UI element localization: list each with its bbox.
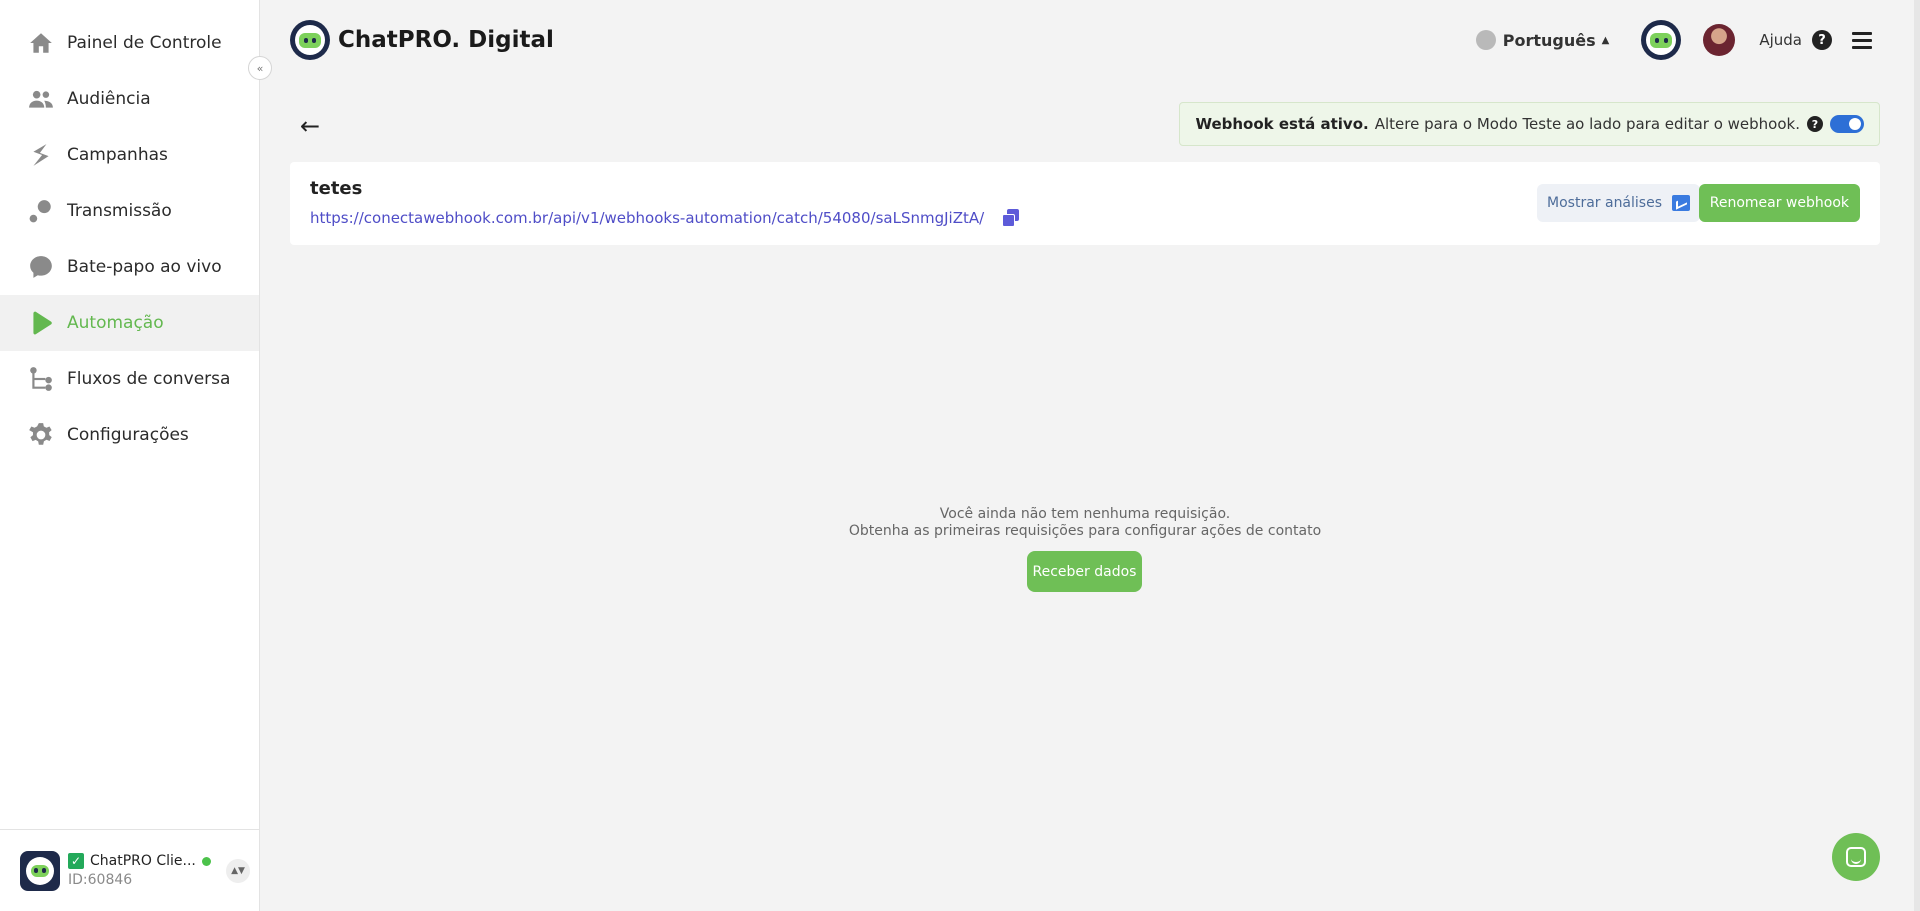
help-link[interactable]: Ajuda ? <box>1759 30 1832 50</box>
sidebar-item-label: Transmissão <box>67 201 172 221</box>
notice-text: Altere para o Modo Teste ao lado para ed… <box>1374 115 1800 133</box>
webhook-status-notice: Webhook está ativo. Altere para o Modo T… <box>1179 102 1880 146</box>
account-logo <box>20 850 60 891</box>
sidebar-item-fluxos[interactable]: Fluxos de conversa <box>0 351 259 407</box>
account-info: ✓ ChatPRO Clie... ID:60846 <box>68 853 218 888</box>
webhook-url-row: https://conectawebhook.com.br/api/v1/web… <box>310 209 1020 227</box>
sidebar-item-painel[interactable]: Painel de Controle <box>0 15 259 71</box>
account-switcher[interactable]: ✓ ChatPRO Clie... ID:60846 ▲▼ <box>0 829 260 911</box>
bot-avatar-icon[interactable] <box>1641 20 1682 60</box>
sidebar-item-label: Fluxos de conversa <box>67 369 231 389</box>
sidebar-item-label: Painel de Controle <box>67 33 222 53</box>
analytics-chart-icon <box>1672 195 1690 211</box>
play-icon <box>27 309 55 337</box>
brand-title: ChatPRO. Digital <box>338 27 554 53</box>
sidebar-item-label: Configurações <box>67 425 189 445</box>
sidebar-item-label: Bate-papo ao vivo <box>67 257 222 277</box>
home-icon <box>27 29 55 57</box>
back-arrow-icon[interactable]: ← <box>300 112 320 140</box>
user-avatar[interactable] <box>1703 24 1736 56</box>
sidebar-item-configuracoes[interactable]: Configurações <box>0 407 259 463</box>
sidebar-item-automacao[interactable]: Automação <box>0 295 259 351</box>
gear-icon <box>27 421 55 449</box>
caret-up-icon: ▲ <box>1601 34 1610 46</box>
top-header: ChatPRO. Digital Português ▲ Ajuda ? <box>261 0 1920 80</box>
brand-logo-icon <box>290 20 330 60</box>
flow-icon <box>27 365 55 393</box>
copy-icon[interactable] <box>1002 209 1020 227</box>
show-analytics-button[interactable]: Mostrar análises <box>1537 184 1700 222</box>
language-selector[interactable]: Português ▲ <box>1475 30 1610 50</box>
globe-icon <box>1475 30 1496 50</box>
chat-icon <box>1846 847 1866 867</box>
show-analytics-label: Mostrar análises <box>1547 195 1662 211</box>
test-mode-toggle[interactable] <box>1830 115 1864 133</box>
people-icon <box>27 85 55 113</box>
sidebar: Painel de Controle Audiência Campanhas T… <box>0 0 260 911</box>
chat-launcher-button[interactable] <box>1832 833 1880 881</box>
header-actions: Português ▲ Ajuda ? <box>1475 20 1872 60</box>
broadcast-icon <box>27 197 55 225</box>
account-switch-icon[interactable]: ▲▼ <box>226 858 250 883</box>
notice-help-icon[interactable]: ? <box>1807 116 1823 132</box>
help-icon: ? <box>1812 30 1832 50</box>
webhook-card: tetes https://conectawebhook.com.br/api/… <box>290 162 1880 245</box>
rename-webhook-button[interactable]: Renomear webhook <box>1698 184 1860 222</box>
sidebar-item-label: Campanhas <box>67 145 168 165</box>
verified-check-icon: ✓ <box>68 853 84 869</box>
sidebar-item-transmissao[interactable]: Transmissão <box>0 183 259 239</box>
help-label: Ajuda <box>1759 31 1802 49</box>
receive-data-button[interactable]: Receber dados <box>1027 551 1142 592</box>
webhook-name: tetes <box>310 178 363 199</box>
online-status-dot <box>201 856 211 866</box>
language-label: Português <box>1502 30 1596 50</box>
empty-state: Você ainda não tem nenhuma requisição. O… <box>290 506 1880 540</box>
collapse-sidebar-button[interactable]: « <box>248 56 272 80</box>
sidebar-item-label: Automação <box>67 313 164 333</box>
empty-state-line-1: Você ainda não tem nenhuma requisição. <box>939 506 1231 522</box>
chat-bubble-icon <box>27 253 55 281</box>
empty-state-line-2: Obtenha as primeiras requisições para co… <box>848 523 1322 539</box>
sidebar-item-audiencia[interactable]: Audiência <box>0 71 259 127</box>
account-name: ChatPRO Clie... <box>90 853 196 869</box>
sidebar-item-campanhas[interactable]: Campanhas <box>0 127 259 183</box>
campaign-icon <box>27 141 55 169</box>
sidebar-item-label: Audiência <box>67 89 151 109</box>
hamburger-menu-icon[interactable] <box>1852 28 1872 53</box>
scrollbar[interactable] <box>1914 0 1920 911</box>
account-id: ID:60846 <box>68 872 133 888</box>
brand[interactable]: ChatPRO. Digital <box>290 20 554 60</box>
sidebar-nav: Painel de Controle Audiência Campanhas T… <box>0 0 259 463</box>
notice-status: Webhook está ativo. <box>1195 115 1369 133</box>
sidebar-item-bate-papo[interactable]: Bate-papo ao vivo <box>0 239 259 295</box>
webhook-url[interactable]: https://conectawebhook.com.br/api/v1/web… <box>310 209 984 227</box>
